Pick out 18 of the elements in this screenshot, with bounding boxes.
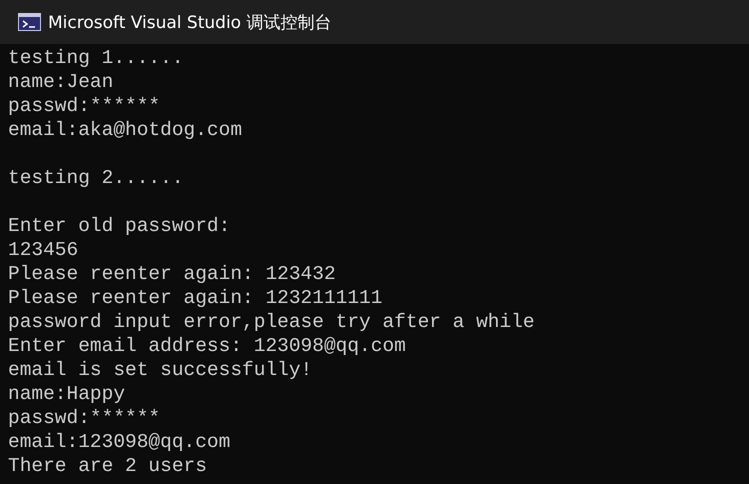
console-line: Enter email address: 123098@qq.com (8, 334, 406, 358)
console-line: Enter old password: (8, 214, 230, 238)
console-line: name:Jean (8, 70, 114, 94)
console-line: There are 2 users (8, 454, 207, 478)
console-line: email is set successfully! (8, 358, 312, 382)
console-line: email:aka@hotdog.com (8, 118, 242, 142)
console-line: name:Happy (8, 382, 126, 406)
console-line: testing 2...... (8, 166, 184, 190)
console-line: passwd:****** (8, 94, 160, 118)
console-line: Please reenter again: 1232111111 (8, 286, 382, 310)
console-line: password input error,please try after a while (8, 310, 535, 334)
console-line: testing 1...... (8, 46, 184, 70)
console-line: 123456 (8, 238, 78, 262)
console-icon (18, 13, 41, 31)
console-line: Please reenter again: 123432 (8, 262, 336, 286)
console-line: email:123098@qq.com (8, 430, 230, 454)
console-line: passwd:****** (8, 406, 160, 430)
window-title: Microsoft Visual Studio 调试控制台 (48, 12, 332, 34)
